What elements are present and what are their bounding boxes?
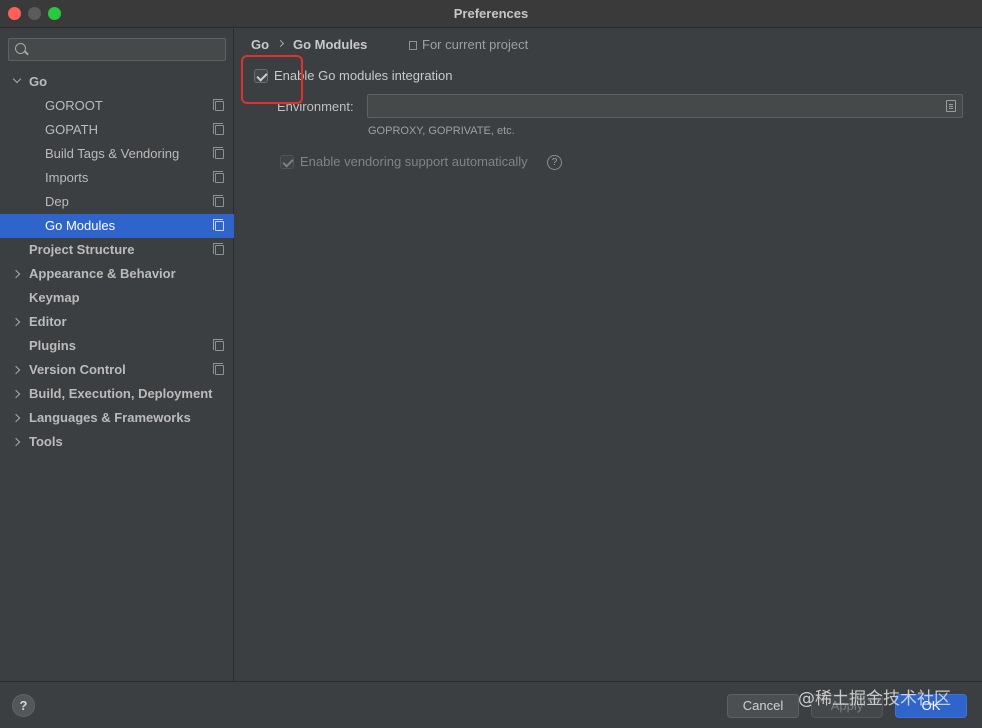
project-scope-icon [409,41,417,50]
sidebar-item-label: Editor [29,314,67,329]
breadcrumb-parent[interactable]: Go [251,37,269,53]
chevron-right-icon [276,39,285,48]
chevron-down-icon[interactable] [12,74,22,84]
sidebar-item-label: GOPATH [45,122,98,137]
sidebar-item-label: Appearance & Behavior [29,266,176,281]
cancel-button[interactable]: Cancel [727,694,799,718]
vendoring-checkbox[interactable] [280,155,294,169]
sidebar-item-appearance-behavior[interactable]: Appearance & Behavior [0,262,234,286]
sidebar-item-editor[interactable]: Editor [0,310,234,334]
project-scope-icon [213,243,224,255]
help-button[interactable]: ? [12,694,35,717]
chevron-right-icon[interactable] [11,317,21,327]
sidebar-item-label: Build Tags & Vendoring [45,146,180,161]
project-scope-icon [213,123,224,135]
settings-sidebar: Go GOROOT GOPATH Build Tags & Vendoring Impo… [0,29,234,681]
window-title: Preferences [453,6,529,21]
chevron-right-icon[interactable] [11,269,21,279]
project-scope-icon [213,195,224,207]
watermark: @稀土掘金技术社区 [798,689,951,709]
sidebar-item-label: GOROOT [45,98,103,113]
edit-environment-icon[interactable] [946,100,956,112]
sidebar-item-label: Tools [29,434,63,449]
project-scope-icon [213,147,224,159]
scope-label: For current project [422,37,529,52]
sidebar-item-tools[interactable]: Tools [0,430,234,454]
vendoring-label: Enable vendoring support automatically [300,154,528,169]
sidebar-item-go-modules[interactable]: Go Modules [0,214,234,238]
project-scope-icon [213,219,224,231]
sidebar-item-label: Go [29,74,48,89]
sidebar-item-keymap[interactable]: Keymap [0,286,234,310]
sidebar-item-project-structure[interactable]: Project Structure [0,238,234,262]
sidebar-item-dep[interactable]: Dep [0,190,234,214]
sidebar-item-label: Keymap [29,290,80,305]
environment-hint: GOPROXY, GOPRIVATE, etc. [368,125,515,137]
sidebar-item-label: Version Control [29,362,126,377]
chevron-right-icon[interactable] [11,389,21,399]
project-scope-icon [213,363,224,375]
chevron-right-icon[interactable] [11,437,21,447]
search-icon [15,43,26,54]
sidebar-item-label: Build, Execution, Deployment [29,386,213,401]
settings-content-panel: Go Go Modules For current project Enable… [235,29,982,681]
sidebar-item-version-control[interactable]: Version Control [0,358,234,382]
settings-search-input[interactable] [8,38,226,61]
sidebar-item-label: Languages & Frameworks [29,410,191,425]
dialog-footer: ? Cancel Apply OK @稀土掘金技术社区 [0,681,982,728]
sidebar-item-label: Imports [45,170,89,185]
sidebar-item-languages-frameworks[interactable]: Languages & Frameworks [0,406,234,430]
environment-input[interactable] [367,94,963,118]
sidebar-item-imports[interactable]: Imports [0,166,234,190]
sidebar-item-label: Dep [45,194,69,209]
sidebar-item-label: Go Modules [45,218,116,233]
help-question-icon[interactable]: ? [547,155,562,170]
chevron-right-icon[interactable] [11,413,21,423]
project-scope-icon [213,339,224,351]
annotation-highlight-box [241,55,303,104]
chevron-right-icon[interactable] [11,365,21,375]
sidebar-item-goroot[interactable]: GOROOT [0,94,234,118]
sidebar-item-build-tags-vendoring[interactable]: Build Tags & Vendoring [0,142,234,166]
sidebar-item-build-execution-deployment[interactable]: Build, Execution, Deployment [0,382,234,406]
project-scope-icon [213,99,224,111]
sidebar-item-go[interactable]: Go [0,70,234,94]
project-scope-icon [213,171,224,183]
sidebar-item-label: Plugins [29,338,76,353]
title-bar: Preferences [0,0,982,28]
sidebar-item-plugins[interactable]: Plugins [0,334,234,358]
sidebar-item-label: Project Structure [29,242,135,257]
sidebar-item-gopath[interactable]: GOPATH [0,118,234,142]
breadcrumb-current: Go Modules [293,37,368,52]
